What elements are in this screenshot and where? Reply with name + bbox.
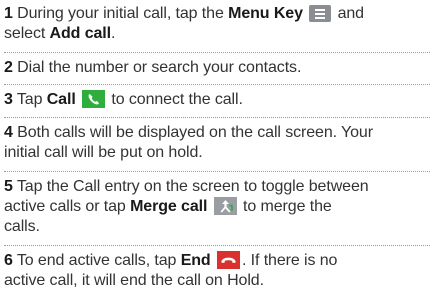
step-text: During your initial call, tap the — [12, 5, 229, 22]
step-number: 2 — [4, 59, 13, 76]
step-text: . If there is no — [241, 252, 338, 269]
menu-key-icon — [309, 5, 332, 22]
step-text: Tap the Call entry on the screen to togg… — [12, 178, 369, 195]
step-text: calls. — [4, 218, 40, 235]
step-number: 1 — [4, 5, 13, 22]
instructions-page: 1 During your initial call, tap the Menu… — [0, 0, 434, 289]
step-text: and — [333, 5, 365, 22]
step-number: 3 — [4, 91, 13, 108]
divider — [4, 84, 430, 85]
step-text: Both calls will be displayed on the call… — [12, 124, 373, 141]
step-text: . — [110, 25, 116, 42]
merge-call-icon — [213, 197, 237, 215]
step-text: to connect the call. — [107, 91, 243, 108]
divider — [4, 245, 430, 246]
step-4: 4 Both calls will be displayed on the ca… — [4, 123, 430, 163]
merge-call-label: Merge call — [130, 198, 208, 215]
step-text: initial call will be put on hold. — [4, 144, 203, 161]
step-1: 1 During your initial call, tap the Menu… — [4, 4, 430, 44]
step-number: 5 — [4, 178, 13, 195]
step-5: 5 Tap the Call entry on the screen to to… — [4, 177, 430, 237]
divider — [4, 171, 430, 172]
step-number: 4 — [4, 124, 13, 141]
divider — [4, 117, 430, 118]
step-text: Dial the number or search your contacts. — [12, 59, 302, 76]
step-number: 6 — [4, 252, 13, 269]
step-2: 2 Dial the number or search your contact… — [4, 58, 430, 78]
step-text: to merge the — [238, 198, 332, 215]
add-call-label: Add call — [49, 25, 112, 42]
step-text: active calls or tap — [4, 198, 131, 215]
step-text: active call, it will end the call on Hol… — [4, 272, 264, 289]
end-label: End — [180, 252, 211, 269]
menu-key-label: Menu Key — [228, 5, 303, 22]
end-call-icon — [216, 251, 240, 269]
step-text: To end active calls, tap — [12, 252, 181, 269]
step-text: select — [4, 25, 50, 42]
divider — [4, 52, 430, 53]
step-text: Tap — [12, 91, 47, 108]
step-3: 3 Tap Call to connect the call. — [4, 90, 430, 110]
call-icon — [82, 90, 106, 108]
step-6: 6 To end active calls, tap End . If ther… — [4, 251, 430, 291]
call-label: Call — [46, 91, 76, 108]
